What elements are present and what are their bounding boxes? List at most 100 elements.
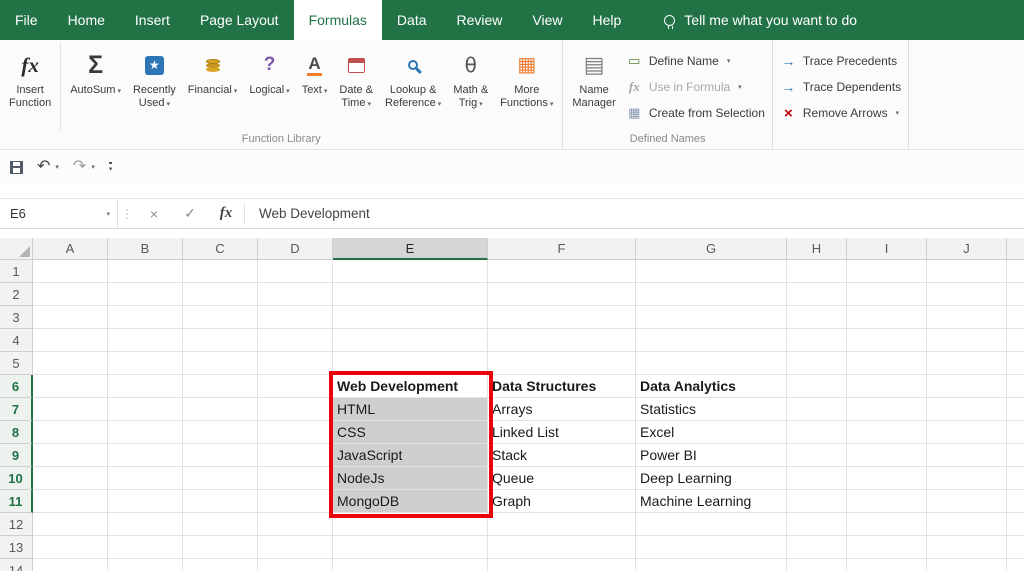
cell-H2[interactable] [787,283,847,306]
cell-B14[interactable] [108,559,183,571]
ribbon-button-more-functions[interactable]: ▦ More Functions ▾ [494,42,559,132]
redo-button[interactable]: ↷ ▾ [73,159,95,175]
tell-me[interactable]: Tell me what you want to do [664,0,857,40]
cell-I9[interactable] [847,444,927,467]
ribbon-button-name-manager[interactable]: ▤ Name Manager [566,42,621,132]
column-header-G[interactable]: G [636,238,787,260]
ribbon-button-financial[interactable]: Financial ▾ [182,42,244,132]
cell-F2[interactable] [488,283,636,306]
cell-H7[interactable] [787,398,847,421]
cell-C2[interactable] [183,283,258,306]
cell-D7[interactable] [258,398,333,421]
cell-F13[interactable] [488,536,636,559]
cell-F5[interactable] [488,352,636,375]
cell-A1[interactable] [33,260,108,283]
cell-H1[interactable] [787,260,847,283]
ribbon-button-logical[interactable]: ? Logical ▾ [243,42,295,132]
cell-E14[interactable] [333,559,488,571]
ribbon-button-date-time[interactable]: Date & Time ▾ [333,42,379,132]
cell-K8[interactable] [1007,421,1024,444]
cell-F8[interactable]: Linked List [488,421,636,444]
cell-C14[interactable] [183,559,258,571]
cell-C5[interactable] [183,352,258,375]
cell-D2[interactable] [258,283,333,306]
cell-A2[interactable] [33,283,108,306]
cell-H8[interactable] [787,421,847,444]
cell-G8[interactable]: Excel [636,421,787,444]
cell-G6[interactable]: Data Analytics [636,375,787,398]
cell-J5[interactable] [927,352,1007,375]
column-header-B[interactable]: B [108,238,183,260]
cell-D5[interactable] [258,352,333,375]
menu-tab-page-layout[interactable]: Page Layout [185,0,294,40]
ribbon-button-insert-function[interactable]: fx Insert Function [3,42,62,132]
cell-B3[interactable] [108,306,183,329]
cell-J10[interactable] [927,467,1007,490]
cell-C7[interactable] [183,398,258,421]
cell-E5[interactable] [333,352,488,375]
ribbon-button-use-in-formula[interactable]: fx Use in Formula ▾ [626,76,765,98]
cell-H5[interactable] [787,352,847,375]
cell-G9[interactable]: Power BI [636,444,787,467]
cell-H6[interactable] [787,375,847,398]
cell-I11[interactable] [847,490,927,513]
cell-A13[interactable] [33,536,108,559]
cell-J13[interactable] [927,536,1007,559]
ribbon-button-trace-dependents[interactable]: → Trace Dependents [780,76,901,98]
cell-K14[interactable] [1007,559,1024,571]
column-header-C[interactable]: C [183,238,258,260]
cell-C12[interactable] [183,513,258,536]
cell-F10[interactable]: Queue [488,467,636,490]
cell-F3[interactable] [488,306,636,329]
cell-G5[interactable] [636,352,787,375]
ribbon-button-trace-precedents[interactable]: → Trace Precedents [780,50,901,72]
cell-G3[interactable] [636,306,787,329]
cell-C4[interactable] [183,329,258,352]
cell-C8[interactable] [183,421,258,444]
cell-D4[interactable] [258,329,333,352]
menu-tab-view[interactable]: View [517,0,577,40]
cell-I5[interactable] [847,352,927,375]
menu-tab-insert[interactable]: Insert [120,0,185,40]
cell-I6[interactable] [847,375,927,398]
cell-C9[interactable] [183,444,258,467]
cell-C1[interactable] [183,260,258,283]
cell-I10[interactable] [847,467,927,490]
row-header-12[interactable]: 12 [0,513,33,536]
cell-K13[interactable] [1007,536,1024,559]
insert-function-fx-button[interactable]: fx [208,199,244,228]
cell-D14[interactable] [258,559,333,571]
cell-F9[interactable]: Stack [488,444,636,467]
ribbon-button-text[interactable]: A Text ▾ [296,42,334,132]
cell-A9[interactable] [33,444,108,467]
cell-D10[interactable] [258,467,333,490]
cell-D11[interactable] [258,490,333,513]
cell-K3[interactable] [1007,306,1024,329]
column-header-F[interactable]: F [488,238,636,260]
cell-E12[interactable] [333,513,488,536]
cell-G2[interactable] [636,283,787,306]
cell-G11[interactable]: Machine Learning [636,490,787,513]
cell-E4[interactable] [333,329,488,352]
row-header-13[interactable]: 13 [0,536,33,559]
cell-E2[interactable] [333,283,488,306]
menu-tab-data[interactable]: Data [382,0,442,40]
cell-E13[interactable] [333,536,488,559]
cell-A4[interactable] [33,329,108,352]
cell-G1[interactable] [636,260,787,283]
cell-I1[interactable] [847,260,927,283]
cell-A14[interactable] [33,559,108,571]
cell-H14[interactable] [787,559,847,571]
cell-E11[interactable]: MongoDB [333,490,488,513]
ribbon-button-recently-used[interactable]: ★ Recently Used ▾ [127,42,182,132]
cell-I7[interactable] [847,398,927,421]
cell-H13[interactable] [787,536,847,559]
formula-input[interactable]: Web Development [245,199,1024,228]
cell-I4[interactable] [847,329,927,352]
cell-G13[interactable] [636,536,787,559]
cell-H12[interactable] [787,513,847,536]
cell-I2[interactable] [847,283,927,306]
name-box[interactable]: E6 ▾ [0,199,118,228]
cell-C3[interactable] [183,306,258,329]
cell-G10[interactable]: Deep Learning [636,467,787,490]
